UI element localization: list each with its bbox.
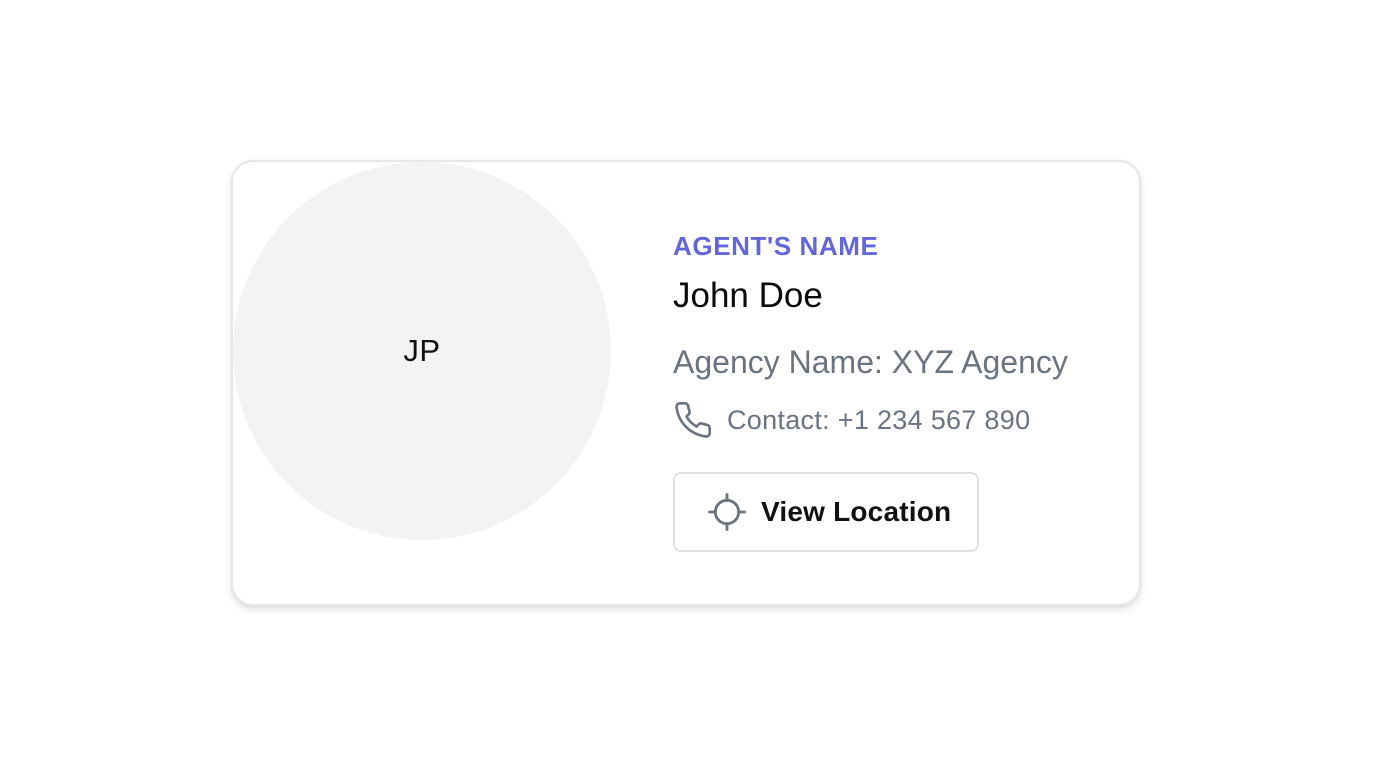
crosshair-icon (707, 492, 747, 532)
agent-card: JP AGENT'S NAME John Doe Agency Name: XY… (231, 160, 1141, 606)
agency-name: Agency Name: XYZ Agency (673, 344, 1068, 380)
agent-name: John Doe (673, 276, 823, 315)
avatar-initials: JP (403, 333, 441, 368)
contact-row: Contact: +1 234 567 890 (673, 400, 1068, 440)
phone-icon (673, 400, 713, 440)
avatar: JP (233, 162, 611, 540)
agent-name-label: AGENT'S NAME (673, 231, 879, 261)
contact-number: Contact: +1 234 567 890 (727, 404, 1031, 435)
view-location-button[interactable]: View Location (673, 472, 979, 552)
agent-info: AGENT'S NAME John Doe Agency Name: XYZ A… (673, 228, 1068, 552)
view-location-label: View Location (761, 496, 952, 527)
